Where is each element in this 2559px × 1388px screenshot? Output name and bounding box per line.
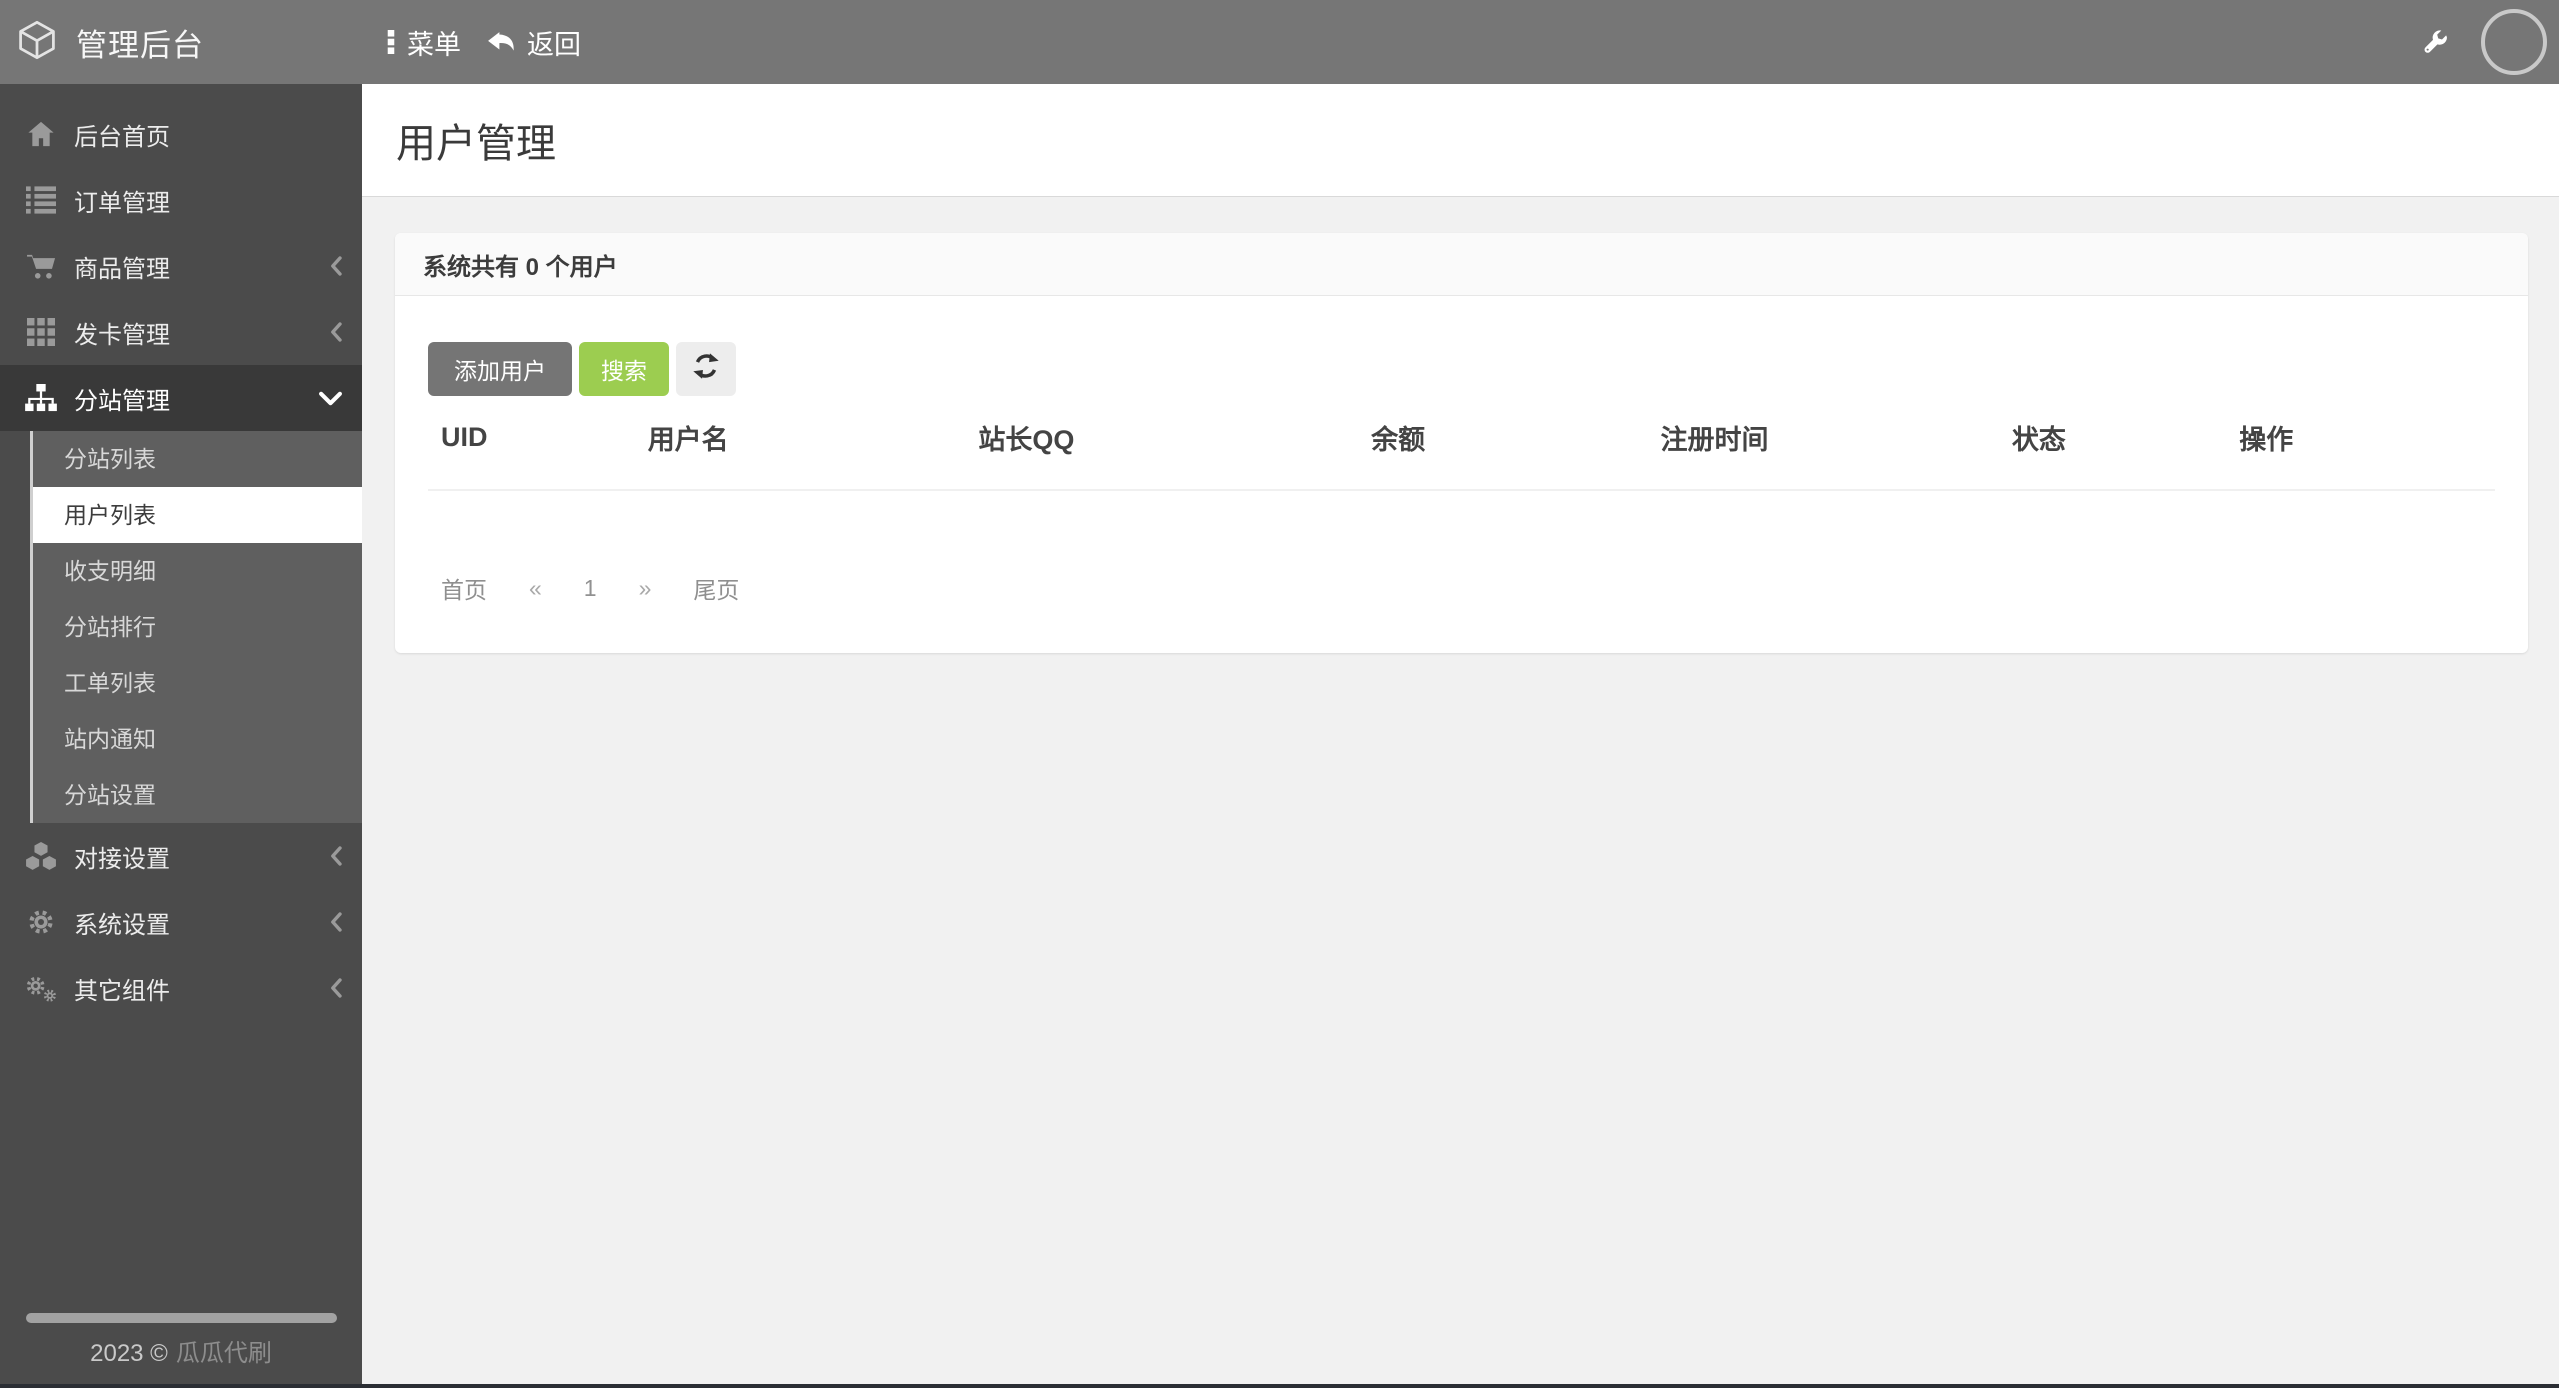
main-content: 用户管理 系统共有 0 个用户 添加用户 搜索 UID 用户名 站长QQ 余额 … bbox=[362, 84, 2559, 1388]
add-user-button[interactable]: 添加用户 bbox=[428, 342, 572, 396]
sidebar-item-label: 其它组件 bbox=[74, 977, 170, 1005]
chevron-left-icon bbox=[330, 977, 342, 999]
search-button[interactable]: 搜索 bbox=[579, 342, 669, 396]
pagination-first[interactable]: 首页 bbox=[441, 571, 487, 605]
topbar: 管理后台 菜单 返回 bbox=[0, 0, 2559, 84]
menu-toggle-link[interactable]: 菜单 bbox=[387, 23, 461, 62]
sidebar-footer: 2023 © 瓜瓜代刷 bbox=[0, 1278, 362, 1388]
col-header-username: 用户名 bbox=[634, 402, 966, 491]
chevron-left-icon bbox=[330, 321, 342, 343]
chevron-down-icon bbox=[319, 391, 342, 406]
sidebar-item-label: 系统设置 bbox=[74, 911, 170, 939]
col-header-qq: 站长QQ bbox=[965, 402, 1359, 491]
cart-icon bbox=[24, 253, 58, 280]
sidebar-item-label: 商品管理 bbox=[74, 255, 170, 283]
col-header-register-time: 注册时间 bbox=[1647, 402, 1999, 491]
substations-submenu: 分站列表 用户列表 收支明细 分站排行 工单列表 站内通知 分站设置 bbox=[0, 431, 362, 823]
submenu-item-user-list[interactable]: 用户列表 bbox=[33, 487, 362, 543]
topbar-right bbox=[2421, 9, 2559, 75]
sidebar-item-label: 发卡管理 bbox=[74, 321, 170, 349]
pagination-page-1[interactable]: 1 bbox=[584, 575, 597, 602]
back-label: 返回 bbox=[527, 29, 581, 60]
cubes-icon bbox=[24, 842, 58, 870]
pagination-next[interactable]: » bbox=[639, 575, 652, 602]
content-header: 用户管理 bbox=[362, 84, 2559, 197]
gears-icon bbox=[24, 974, 58, 1003]
refresh-button[interactable] bbox=[676, 342, 736, 396]
pagination-prev[interactable]: « bbox=[529, 575, 542, 602]
ellipsis-v-icon bbox=[387, 30, 395, 54]
submenu-item-site-list[interactable]: 分站列表 bbox=[33, 431, 362, 487]
sidebar-item-api-settings[interactable]: 对接设置 bbox=[0, 823, 362, 889]
window-bottom-edge bbox=[0, 1384, 2559, 1388]
toolbar: 添加用户 搜索 bbox=[428, 342, 2495, 396]
users-table-head: UID 用户名 站长QQ 余额 注册时间 状态 操作 bbox=[428, 402, 2495, 491]
topbar-nav: 菜单 返回 bbox=[362, 23, 607, 62]
pagination-last[interactable]: 尾页 bbox=[693, 571, 739, 605]
copyright-year: 2023 © bbox=[90, 1340, 168, 1367]
sidebar-item-other-components[interactable]: 其它组件 bbox=[0, 955, 362, 1021]
sidebar-scrollbar[interactable] bbox=[26, 1313, 337, 1323]
content-body: 系统共有 0 个用户 添加用户 搜索 UID 用户名 站长QQ 余额 注册时间 … bbox=[362, 197, 2559, 653]
col-header-uid: UID bbox=[428, 402, 635, 491]
panel-body: 添加用户 搜索 UID 用户名 站长QQ 余额 注册时间 状态 操作 首页 « … bbox=[395, 296, 2528, 653]
refresh-icon bbox=[692, 352, 720, 386]
page-title: 用户管理 bbox=[396, 122, 556, 166]
back-link[interactable]: 返回 bbox=[487, 23, 581, 62]
undo-arrow-icon bbox=[487, 31, 515, 53]
col-header-status: 状态 bbox=[1998, 402, 2227, 491]
brand-logo[interactable]: 管理后台 bbox=[0, 0, 362, 84]
sidebar-menu: 后台首页 订单管理 商品管理 发卡管理 分站管理 分站列表 用户列表 收支明细 … bbox=[0, 84, 362, 1021]
sidebar-item-label: 订单管理 bbox=[74, 189, 170, 217]
brand-title: 管理后台 bbox=[76, 27, 204, 63]
table-header-row: UID 用户名 站长QQ 余额 注册时间 状态 操作 bbox=[428, 402, 2495, 491]
sidebar-item-label: 分站管理 bbox=[74, 387, 170, 415]
sidebar-item-cards[interactable]: 发卡管理 bbox=[0, 299, 362, 365]
sitemap-icon bbox=[24, 384, 58, 412]
gear-icon bbox=[24, 907, 58, 937]
sidebar-item-dashboard[interactable]: 后台首页 bbox=[0, 101, 362, 167]
wrench-icon[interactable] bbox=[2421, 28, 2449, 56]
users-panel: 系统共有 0 个用户 添加用户 搜索 UID 用户名 站长QQ 余额 注册时间 … bbox=[395, 233, 2528, 653]
pagination: 首页 « 1 » 尾页 bbox=[428, 571, 2495, 605]
avatar[interactable] bbox=[2481, 9, 2547, 75]
grid-icon bbox=[24, 318, 58, 346]
copyright-site: 瓜瓜代刷 bbox=[175, 1340, 272, 1367]
sidebar-item-orders[interactable]: 订单管理 bbox=[0, 167, 362, 233]
list-icon bbox=[24, 186, 58, 214]
sidebar: 后台首页 订单管理 商品管理 发卡管理 分站管理 分站列表 用户列表 收支明细 … bbox=[0, 84, 362, 1388]
admin-app: 管理后台 菜单 返回 后台首页 订单管理 商品管理 发卡管理 分站管理 分站列表… bbox=[0, 0, 2559, 1388]
submenu-item-site-settings[interactable]: 分站设置 bbox=[33, 767, 362, 823]
col-header-actions: 操作 bbox=[2226, 402, 2495, 491]
menu-toggle-label: 菜单 bbox=[407, 29, 461, 60]
submenu-item-finance-detail[interactable]: 收支明细 bbox=[33, 543, 362, 599]
home-icon bbox=[24, 120, 58, 148]
sidebar-item-label: 后台首页 bbox=[74, 123, 170, 151]
chevron-left-icon bbox=[330, 845, 342, 867]
chevron-left-icon bbox=[330, 255, 342, 277]
submenu-item-site-notice[interactable]: 站内通知 bbox=[33, 711, 362, 767]
copyright: 2023 © 瓜瓜代刷 bbox=[0, 1333, 362, 1368]
sidebar-item-products[interactable]: 商品管理 bbox=[0, 233, 362, 299]
sidebar-item-label: 对接设置 bbox=[74, 845, 170, 873]
panel-header: 系统共有 0 个用户 bbox=[395, 233, 2528, 296]
cube-icon bbox=[16, 19, 58, 66]
sidebar-item-substations[interactable]: 分站管理 bbox=[0, 365, 362, 431]
chevron-left-icon bbox=[330, 911, 342, 933]
submenu-item-ticket-list[interactable]: 工单列表 bbox=[33, 655, 362, 711]
submenu-item-site-rank[interactable]: 分站排行 bbox=[33, 599, 362, 655]
col-header-balance: 余额 bbox=[1358, 402, 1648, 491]
sidebar-item-system-settings[interactable]: 系统设置 bbox=[0, 889, 362, 955]
users-table: UID 用户名 站长QQ 余额 注册时间 状态 操作 bbox=[428, 402, 2495, 491]
